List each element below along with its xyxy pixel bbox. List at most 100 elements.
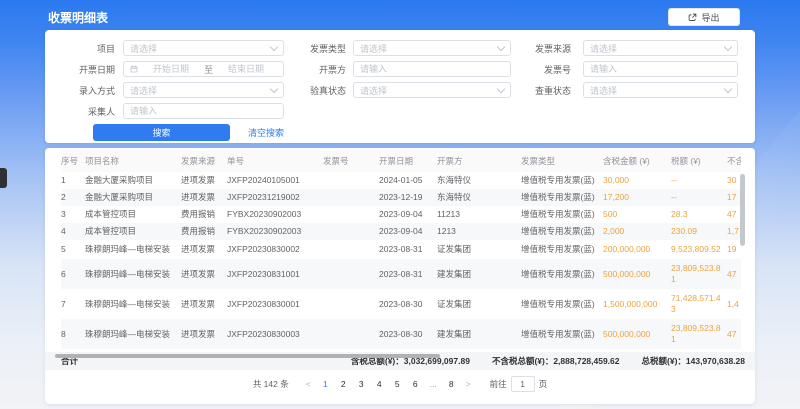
table-cell: 30,000 xyxy=(603,172,671,189)
export-button[interactable]: 导出 xyxy=(668,8,740,26)
table-cell: 6 xyxy=(61,259,85,289)
table-cell: 增值税专用发票(蓝) xyxy=(521,223,603,240)
table-cell: 进项发票 xyxy=(181,319,227,349)
invoice-table-panel: 序号项目名称发票来源单号发票号开票日期开票方发票类型含税金额 (¥)税额 (¥)… xyxy=(45,148,755,404)
filter-duplicate-status: 查重状态 请选择 xyxy=(532,82,738,98)
table-cell: 费用报销 xyxy=(181,223,227,240)
filter-label-collector: 采集人 xyxy=(63,105,115,118)
filter-invoice-type: 发票类型 请选择 xyxy=(302,40,511,56)
next-page-button[interactable]: > xyxy=(464,379,473,389)
select-placeholder: 请选择 xyxy=(360,84,387,97)
table-cell: 成本管控项目 xyxy=(85,206,181,223)
select-placeholder: 请选择 xyxy=(130,84,157,97)
table-cell: 金融大厦采购项目 xyxy=(85,189,181,206)
table-cell: 8 xyxy=(61,319,85,349)
filter-label-invoice-date: 开票日期 xyxy=(63,63,115,76)
pagination-total: 共 142 条 xyxy=(253,378,289,390)
table-cell: 2023-08-31 xyxy=(379,240,437,259)
issuer-input[interactable] xyxy=(360,64,504,74)
column-header: 税额 (¥) xyxy=(671,150,727,172)
select-placeholder: 请选择 xyxy=(590,84,617,97)
select-placeholder: 请选择 xyxy=(590,42,617,55)
column-header: 开票日期 xyxy=(379,150,437,172)
invoice-source-select[interactable]: 请选择 xyxy=(583,40,738,56)
table-cell: 2023-09-04 xyxy=(379,206,437,223)
table-cell xyxy=(323,240,379,259)
page-jump-suffix: 页 xyxy=(539,378,548,390)
horizontal-scrollbar-thumb[interactable] xyxy=(55,354,440,358)
page-button[interactable]: 4 xyxy=(374,379,385,389)
vertical-scrollbar-thumb[interactable] xyxy=(740,174,745,246)
page-button[interactable]: 8 xyxy=(446,379,457,389)
page-button[interactable]: 6 xyxy=(410,379,421,389)
filter-collector: 采集人 xyxy=(63,103,284,119)
table-cell: 200,000,000 xyxy=(603,240,671,259)
filter-panel: 项目 请选择 发票类型 请选择 发票来源 请选择 xyxy=(45,30,755,143)
table-cell: 进项发票 xyxy=(181,240,227,259)
table-cell: 47 xyxy=(727,319,741,349)
column-header: 开票方 xyxy=(437,150,521,172)
table-cell xyxy=(323,189,379,206)
table-cell: 进项发票 xyxy=(181,189,227,206)
table-cell: JXFP20230830003 xyxy=(227,319,323,349)
chevron-down-icon xyxy=(724,85,732,93)
page-button[interactable]: 3 xyxy=(356,379,367,389)
sidebar-collapse-handle[interactable] xyxy=(0,168,7,188)
filter-project: 项目 请选择 xyxy=(63,40,284,56)
filter-verify-status: 验真状态 请选择 xyxy=(302,82,511,98)
table-row: 4成本管控项目费用报销FYBX202309020032023-09-041213… xyxy=(61,223,741,240)
table-cell: 金融大厦采购项目 xyxy=(85,172,181,189)
clear-search-link[interactable]: 清空搜索 xyxy=(248,126,284,139)
page-button[interactable]: 1 xyxy=(320,379,331,389)
invoice-number-input[interactable] xyxy=(590,64,731,74)
table-cell: 增值税专用发票(蓝) xyxy=(521,206,603,223)
project-select[interactable]: 请选择 xyxy=(123,40,284,56)
table-cell: 5 xyxy=(61,240,85,259)
table-cell: 2023-08-30 xyxy=(379,319,437,349)
date-range-separator: 至 xyxy=(202,63,215,76)
page-jump-label: 前往 xyxy=(490,378,507,390)
calendar-icon xyxy=(130,65,138,73)
column-header: 发票类型 xyxy=(521,150,603,172)
table-cell: 2023-08-30 xyxy=(379,289,437,319)
table-row: 1金融大厦采购项目进项发票JXFP202401050012024-01-05东海… xyxy=(61,172,741,189)
column-header: 单号 xyxy=(227,150,323,172)
table-cell: 增值税专用发票(蓝) xyxy=(521,259,603,289)
page-jump-input[interactable] xyxy=(511,376,535,392)
start-date-input[interactable] xyxy=(140,64,202,74)
table-cell: FYBX20230902003 xyxy=(227,223,323,240)
table-cell: 进项发票 xyxy=(181,172,227,189)
table-row: 5珠穆朗玛峰—电梯安装进项发票JXFP202308300022023-08-31… xyxy=(61,240,741,259)
end-date-input[interactable] xyxy=(215,64,277,74)
table-cell: 17 xyxy=(727,189,741,206)
verify-status-select[interactable]: 请选择 xyxy=(353,82,511,98)
table-row: 8珠穆朗玛峰—电梯安装进项发票JXFP202308300032023-08-30… xyxy=(61,319,741,349)
search-button[interactable]: 搜索 xyxy=(93,124,230,141)
invoice-date-range[interactable]: 至 xyxy=(123,61,284,77)
page-title: 收票明细表 xyxy=(48,9,108,26)
column-header: 序号 xyxy=(61,150,85,172)
table-cell: 进项发票 xyxy=(181,289,227,319)
filter-label-project: 项目 xyxy=(63,42,115,55)
table-cell: -- xyxy=(671,189,727,206)
duplicate-status-select[interactable]: 请选择 xyxy=(583,82,738,98)
total-without-tax: 不含税总额(¥)：2,888,728,459.62 xyxy=(492,355,620,367)
column-header: 项目名称 xyxy=(85,150,181,172)
table-cell: 2023-08-31 xyxy=(379,259,437,289)
table-cell: 2023-09-04 xyxy=(379,223,437,240)
table-cell: 东海特仪 xyxy=(437,189,521,206)
filter-label-invoice-source: 发票来源 xyxy=(532,42,571,55)
invoice-type-select[interactable]: 请选择 xyxy=(353,40,511,56)
prev-page-button[interactable]: < xyxy=(304,379,313,389)
page-jump: 前往 页 xyxy=(490,376,548,392)
table-scroll-area: 序号项目名称发票来源单号发票号开票日期开票方发票类型含税金额 (¥)税额 (¥)… xyxy=(61,150,741,349)
entry-method-select[interactable]: 请选择 xyxy=(123,82,284,98)
filter-entry-method: 录入方式 请选择 xyxy=(63,82,284,98)
collector-input[interactable] xyxy=(130,106,277,116)
page: 收票明细表 导出 项目 请选择 发票类型 请选择 xyxy=(0,0,800,409)
table-cell: 11213 xyxy=(437,206,521,223)
page-button[interactable]: 5 xyxy=(392,379,403,389)
table-cell: JXFP20231219002 xyxy=(227,189,323,206)
page-button[interactable]: 2 xyxy=(338,379,349,389)
table-cell: 增值税专用发票(蓝) xyxy=(521,319,603,349)
